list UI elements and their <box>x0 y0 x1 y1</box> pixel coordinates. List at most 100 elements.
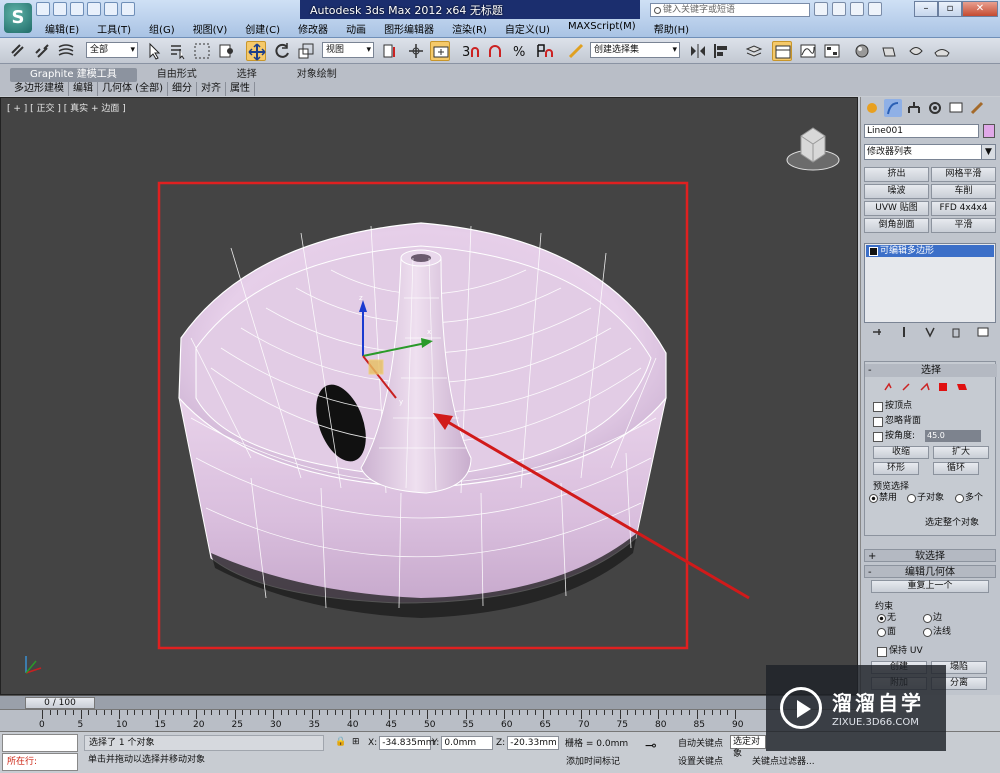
menu-customize[interactable]: 自定义(U) <box>496 19 559 36</box>
rect-selection-icon[interactable] <box>192 41 212 61</box>
subobject-level-icons[interactable] <box>881 380 971 394</box>
x-coordinate-value[interactable]: -34.835mm <box>379 736 434 750</box>
spinner-snap-icon[interactable] <box>534 41 554 61</box>
pivot-center-icon[interactable] <box>380 41 400 61</box>
angle-snap-icon[interactable] <box>486 41 506 61</box>
menu-edit[interactable]: 编辑(E) <box>36 19 88 36</box>
modify-tab-icon[interactable] <box>884 99 902 117</box>
select-rotate-icon[interactable] <box>272 41 292 61</box>
show-end-result-icon[interactable] <box>898 326 910 338</box>
shrink-button[interactable]: 收缩 <box>873 446 929 459</box>
percent-snap-icon[interactable]: % <box>510 41 530 61</box>
x-coordinate[interactable]: X: -34.835mm <box>368 736 434 750</box>
viewport-label[interactable]: [ + ] [ 正交 ] [ 真实 + 边面 ] <box>7 101 126 114</box>
constraint-face-radio[interactable]: 面 <box>877 626 896 638</box>
close-button[interactable]: ✕ <box>962 1 998 17</box>
named-selection-select[interactable]: 创建选择集 <box>590 42 680 58</box>
key-icon[interactable]: ⊸ <box>645 739 657 754</box>
link-icon[interactable] <box>8 41 28 61</box>
y-coordinate-value[interactable]: 0.0mm <box>441 736 494 750</box>
snaps-toggle-icon[interactable]: 3 <box>460 41 480 61</box>
render-frame-icon[interactable] <box>906 41 926 61</box>
angle-spinner[interactable]: 45.0 <box>925 430 981 442</box>
z-coordinate[interactable]: Z: -20.33mm <box>496 736 560 750</box>
menu-maxscript[interactable]: MAXScript(M) <box>559 19 645 36</box>
select-scale-icon[interactable] <box>296 41 316 61</box>
subpanel-subdivision[interactable]: 细分 <box>168 82 197 96</box>
soft-selection-rollout-header[interactable]: + 软选择 <box>864 549 996 562</box>
minimize-button[interactable]: – <box>914 1 938 17</box>
star-icon[interactable] <box>850 2 864 16</box>
extrude-button[interactable]: 挤出 <box>864 167 929 182</box>
make-unique-icon[interactable] <box>924 326 936 338</box>
preview-disabled-radio[interactable]: 禁用 <box>869 492 897 504</box>
uvw-map-button[interactable]: UVW 贴图 <box>864 201 929 216</box>
meshsmooth-button[interactable]: 网格平滑 <box>931 167 996 182</box>
loop-button[interactable]: 循环 <box>933 462 979 475</box>
help-icon[interactable] <box>868 2 882 16</box>
viewcube-icon[interactable] <box>783 116 843 176</box>
perspective-viewport[interactable]: z x y [ + ] [ 正交 ] [ 真实 + 边面 ] <box>0 97 858 695</box>
noise-button[interactable]: 噪波 <box>864 184 929 199</box>
configure-sets-icon[interactable] <box>977 326 989 338</box>
chevron-down-icon[interactable]: ▼ <box>981 145 995 159</box>
schematic-view-icon[interactable] <box>822 41 842 61</box>
auto-key-label[interactable]: 自动关键点 <box>678 736 723 749</box>
preserve-uv-checkbox[interactable]: 保持 UV <box>877 645 937 657</box>
undo-icon[interactable] <box>87 2 101 16</box>
curve-editor-icon[interactable] <box>798 41 818 61</box>
grow-button[interactable]: 扩大 <box>933 446 989 459</box>
bevel-profile-button[interactable]: 倒角剖面 <box>864 218 929 233</box>
hierarchy-tab-icon[interactable] <box>905 99 923 117</box>
pin-stack-icon[interactable] <box>871 326 883 338</box>
search-input[interactable]: 键入关键字或短语 <box>650 3 810 17</box>
save-file-icon[interactable] <box>70 2 84 16</box>
create-tab-icon[interactable] <box>863 99 881 117</box>
lock-selection-icon[interactable]: 🔒 <box>335 736 346 750</box>
z-coordinate-value[interactable]: -20.33mm <box>507 736 560 750</box>
preview-multi-radio[interactable]: 多个 <box>955 492 983 504</box>
maxscript-line[interactable]: 所在行: <box>2 753 78 771</box>
ignore-backfacing-checkbox[interactable]: 忽略背面 <box>873 415 993 427</box>
menu-views[interactable]: 视图(V) <box>184 19 237 36</box>
modifier-list-select[interactable]: 修改器列表 ▼ <box>864 144 996 160</box>
edit-named-selection-icon[interactable] <box>566 41 586 61</box>
subscription-icon[interactable] <box>832 2 846 16</box>
mirror-icon[interactable] <box>688 41 708 61</box>
render-setup-icon[interactable] <box>880 41 900 61</box>
select-move-icon[interactable] <box>246 41 266 61</box>
menu-modifiers[interactable]: 修改器 <box>289 19 337 36</box>
material-editor-icon[interactable] <box>852 41 872 61</box>
select-by-name-icon[interactable] <box>168 41 188 61</box>
lathe-button[interactable]: 车削 <box>931 184 996 199</box>
display-tab-icon[interactable] <box>947 99 965 117</box>
set-key-label[interactable]: 设置关键点 <box>678 754 723 767</box>
align-icon[interactable] <box>712 41 732 61</box>
layer-manager-icon[interactable] <box>744 41 764 61</box>
menu-animation[interactable]: 动画 <box>337 19 375 36</box>
manipulate-icon[interactable] <box>406 41 426 61</box>
menu-create[interactable]: 创建(C) <box>236 19 289 36</box>
object-color-swatch[interactable] <box>983 124 995 138</box>
smooth-button[interactable]: 平滑 <box>931 218 996 233</box>
project-folder-icon[interactable] <box>121 2 135 16</box>
subpanel-properties[interactable]: 属性 <box>226 82 255 96</box>
key-mode-select[interactable]: 选定对象 <box>730 735 766 759</box>
motion-tab-icon[interactable] <box>926 99 944 117</box>
by-vertex-checkbox[interactable]: 按顶点 <box>873 400 993 412</box>
constraint-normal-radio[interactable]: 法线 <box>923 626 951 638</box>
graphite-toggle-icon[interactable] <box>772 41 792 61</box>
tab-graphite[interactable]: Graphite 建模工具 <box>10 68 137 82</box>
edit-geometry-rollout-header[interactable]: - 编辑几何体 <box>864 565 996 578</box>
keyboard-shortcut-override-icon[interactable] <box>430 41 450 61</box>
constraint-none-radio[interactable]: 无 <box>877 612 896 624</box>
maximize-button[interactable]: ▫ <box>938 1 962 17</box>
frame-counter[interactable]: 0 / 100 <box>25 697 95 709</box>
redo-icon[interactable] <box>104 2 118 16</box>
ring-button[interactable]: 环形 <box>873 462 919 475</box>
open-file-icon[interactable] <box>53 2 67 16</box>
unlink-icon[interactable] <box>32 41 52 61</box>
menu-tools[interactable]: 工具(T) <box>88 19 140 36</box>
add-time-tag-button[interactable]: 添加时间标记 <box>566 754 620 767</box>
track-bar[interactable]: 0 5 10 15 20 25 30 35 40 45 50 55 60 65 70 75 80 85 90 <box>0 709 860 731</box>
